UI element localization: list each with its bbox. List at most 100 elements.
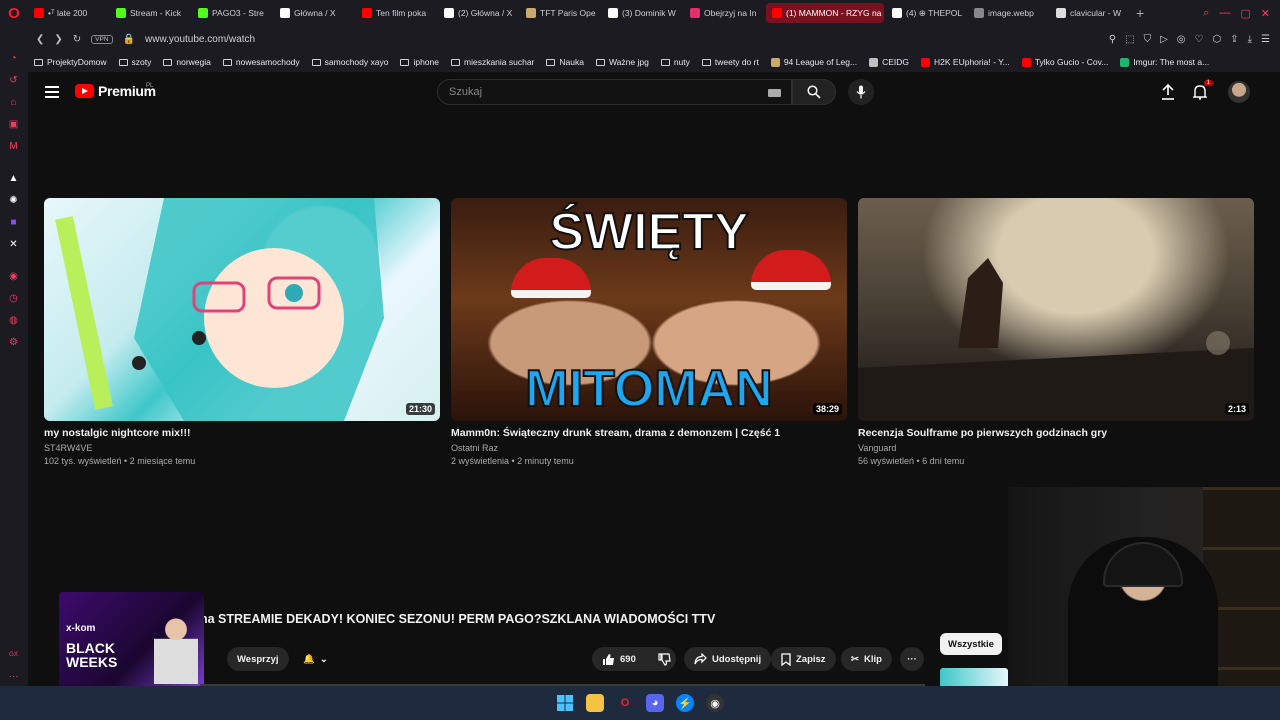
video-thumbnail[interactable]: 2:13 xyxy=(858,198,1254,421)
bookmark-item[interactable]: H2K EUphoria! - Y... xyxy=(915,57,1016,67)
browser-tab[interactable]: Stream - Kick xyxy=(110,3,190,23)
bookmark-icon[interactable]: ⌂ xyxy=(7,96,20,109)
share-icon[interactable]: ⇪ xyxy=(1230,34,1238,45)
pin-icon[interactable]: ⚲ xyxy=(1109,34,1116,45)
bookmark-item[interactable]: 94 League of Leg... xyxy=(765,57,863,67)
chat-icon[interactable]: ◍ xyxy=(7,314,20,327)
recommended-thumbnail[interactable] xyxy=(940,668,1008,688)
download-icon[interactable]: ⤓ xyxy=(1248,34,1252,45)
vpn-badge[interactable]: VPN xyxy=(91,34,113,44)
bookmark-item[interactable]: nowesamochody xyxy=(217,57,306,67)
hamburger-menu-icon[interactable] xyxy=(45,86,59,98)
reload-icon[interactable]: ↻ xyxy=(73,34,81,45)
channel-name[interactable]: ST4RW4VE xyxy=(44,443,440,453)
bookmark-item[interactable]: szoty xyxy=(113,57,158,67)
more-actions-button[interactable]: ··· xyxy=(900,647,924,671)
search-button[interactable] xyxy=(792,79,836,105)
search-input[interactable]: Szukaj xyxy=(437,79,792,105)
more-sidebar-icon[interactable]: ··· xyxy=(7,670,20,683)
youtube-logo[interactable]: Premium xyxy=(75,83,156,99)
browser-tab[interactable]: (4) ⊕ THEPOL xyxy=(886,3,966,23)
x-kom-ad[interactable]: x-kom BLACK WEEKS xyxy=(59,592,204,689)
camera-icon[interactable]: ◎ xyxy=(1177,34,1186,45)
browser-tab[interactable]: clavicular - W xyxy=(1050,3,1130,23)
video-card-1[interactable]: 21:30 my nostalgic nightcore mix!!! ST4R… xyxy=(44,198,440,466)
discord-icon[interactable]: ◕ xyxy=(646,694,664,712)
browser-tab[interactable]: TFT Paris Ope xyxy=(520,3,600,23)
bookmark-item[interactable]: norwegia xyxy=(157,57,217,67)
bookmark-item[interactable]: tweety do rt xyxy=(696,57,765,67)
share-button[interactable]: Udostępnij xyxy=(684,647,772,671)
menu-icon[interactable]: ☰ xyxy=(1261,34,1270,45)
messenger-icon[interactable]: ▣ xyxy=(7,118,20,131)
browser-tab[interactable]: •ᵀ late 200 xyxy=(28,3,108,23)
gmail-icon[interactable]: M xyxy=(7,140,20,153)
bookmark-item[interactable]: Ważne jpg xyxy=(590,57,655,67)
save-button[interactable]: Zapisz xyxy=(771,647,836,671)
video-card-2[interactable]: ŚWIĘTY MITOMAN 38:29 Mamm0n: Świąteczny … xyxy=(451,198,847,466)
avatar[interactable] xyxy=(1228,81,1250,103)
url-field[interactable]: www.youtube.com/watch xyxy=(145,34,255,45)
bookmark-item[interactable]: Imgur: The most a... xyxy=(1114,57,1215,67)
browser-tab[interactable]: Ten film poka xyxy=(356,3,436,23)
browser-tab[interactable]: (3) Dominik W xyxy=(602,3,682,23)
channel-name[interactable]: Vanguard xyxy=(858,443,1254,453)
new-tab-button[interactable]: + xyxy=(1136,5,1144,21)
video-thumbnail[interactable]: ŚWIĘTY MITOMAN 38:29 xyxy=(451,198,847,421)
video-title[interactable]: my nostalgic nightcore mix!!! xyxy=(44,427,440,439)
windows-start-icon[interactable] xyxy=(556,694,574,712)
browser-tab[interactable]: Obejrzyj na In xyxy=(684,3,764,23)
file-explorer-icon[interactable] xyxy=(586,694,604,712)
player-icon[interactable]: ▷ xyxy=(1160,34,1168,45)
snapshot-icon[interactable]: ⬚ xyxy=(1125,34,1134,45)
browser-tab[interactable]: image.webp xyxy=(968,3,1048,23)
history-icon[interactable]: ◷ xyxy=(7,292,20,305)
speed-dial-icon[interactable]: ↺ xyxy=(7,74,20,87)
browser-tab[interactable]: (1) MAMMON - RZYG na xyxy=(766,3,884,23)
opera-logo-icon[interactable]: O xyxy=(0,0,28,26)
video-card-3[interactable]: 2:13 Recenzja Soulframe po pierwszych go… xyxy=(858,198,1254,466)
upload-button[interactable] xyxy=(1159,83,1177,101)
video-title[interactable]: Mamm0n: Świąteczny drunk stream, drama z… xyxy=(451,427,847,439)
twitch-icon[interactable]: ■ xyxy=(7,216,20,229)
bookmark-item[interactable]: Tylko Gucio - Cov... xyxy=(1016,57,1115,67)
opera-taskbar-icon[interactable]: O xyxy=(616,694,634,712)
keyboard-icon[interactable] xyxy=(768,89,781,97)
bookmark-item[interactable]: ProjektyDomow xyxy=(28,57,113,67)
x-sidebar-icon[interactable]: ✕ xyxy=(7,238,20,251)
gx-icon[interactable]: GX xyxy=(7,648,20,661)
minimize-button[interactable]: — xyxy=(1219,7,1230,20)
obs-icon[interactable]: ◉ xyxy=(706,694,724,712)
music-icon[interactable]: ◉ xyxy=(7,270,20,283)
bookmark-item[interactable]: mieszkania suchar xyxy=(445,57,540,67)
channel-name[interactable]: Ostatni Raz xyxy=(451,443,847,453)
chatgpt-icon[interactable]: ✺ xyxy=(7,194,20,207)
arrow-app-icon[interactable]: ▲ xyxy=(7,172,20,185)
browser-tab[interactable]: (2) Główna / X xyxy=(438,3,518,23)
heart-icon[interactable]: ♡ xyxy=(1195,34,1204,45)
browser-tab[interactable]: Główna / X xyxy=(274,3,354,23)
forward-icon[interactable]: ❯ xyxy=(54,34,62,45)
voice-search-button[interactable] xyxy=(848,79,874,105)
close-window-button[interactable]: ✕ xyxy=(1261,7,1270,20)
clip-button[interactable]: ✂ Klip xyxy=(841,647,892,671)
dislike-button[interactable] xyxy=(648,647,681,671)
notifications-button[interactable]: 1 xyxy=(1191,80,1213,101)
support-button[interactable]: Wesprzyj xyxy=(227,647,289,671)
maximize-button[interactable]: ▢ xyxy=(1240,7,1250,20)
search-tabs-icon[interactable]: ⌕ xyxy=(1203,7,1209,20)
bookmark-item[interactable]: CEIDG xyxy=(863,57,915,67)
back-icon[interactable]: ❮ xyxy=(36,34,44,45)
subscribe-bell-button[interactable]: 🔔 ⌄ xyxy=(293,647,338,671)
settings-icon[interactable]: ⚙ xyxy=(7,336,20,349)
extensions-icon[interactable]: ⬡ xyxy=(1212,34,1221,45)
messenger-taskbar-icon[interactable]: ⚡ xyxy=(676,694,694,712)
bookmark-item[interactable]: nuty xyxy=(655,57,696,67)
video-thumbnail[interactable]: 21:30 xyxy=(44,198,440,421)
filter-chip-all[interactable]: Wszystkie xyxy=(940,633,1002,655)
bookmark-item[interactable]: samochody xayo xyxy=(306,57,395,67)
video-title[interactable]: Recenzja Soulframe po pierwszych godzina… xyxy=(858,427,1254,439)
bookmark-item[interactable]: Nauka xyxy=(540,57,590,67)
shield-icon[interactable]: ⛉ xyxy=(1144,34,1152,45)
aria-icon[interactable]: ◔ xyxy=(7,52,20,65)
